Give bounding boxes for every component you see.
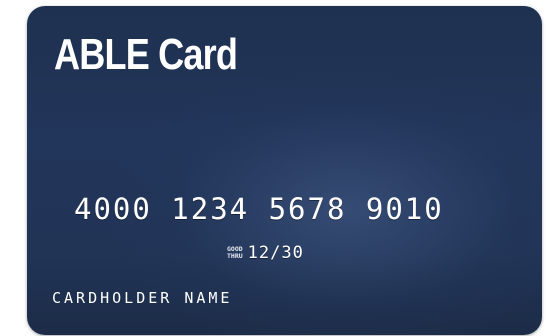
good-thru-label: GOOD THRU (227, 246, 243, 260)
good-thru-line2: THRU (227, 252, 243, 260)
card-title: ABLE Card (54, 30, 238, 79)
card-number: 4000 1234 5678 9010 (74, 192, 444, 226)
stage: ABLE Card 4000 1234 5678 9010 GOOD THRU … (0, 0, 546, 336)
cardholder-name: CARDHOLDER NAME (52, 289, 233, 307)
expiry-row: GOOD THRU 12/30 (227, 243, 304, 263)
credit-card: ABLE Card 4000 1234 5678 9010 GOOD THRU … (27, 6, 542, 335)
expiry-date: 12/30 (247, 243, 304, 263)
